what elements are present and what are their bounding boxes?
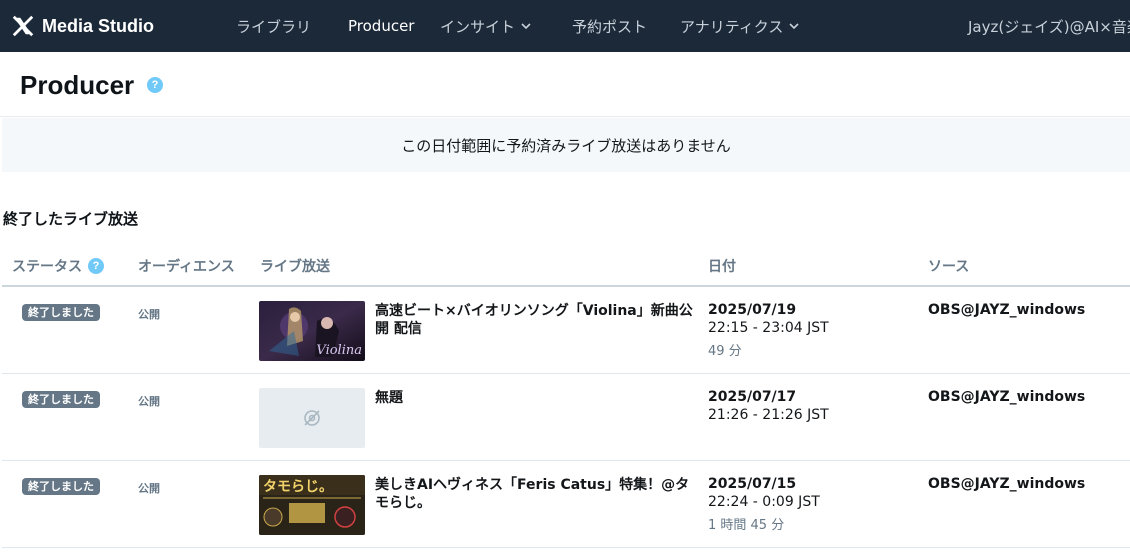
nav-producer-label: Producer [348, 17, 415, 35]
thumbnail-caption: タモらじ。 [263, 479, 333, 495]
status-badge: 終了しました [22, 478, 100, 495]
account-name: Jayz(ジェイズ)@AI×音楽 [968, 17, 1130, 36]
top-nav-bar: Media Studio ライブラリ Producer インサイト 予約ポスト … [0, 0, 1130, 52]
column-header-status-label: ステータス [12, 259, 82, 275]
audience-label: 公開 [138, 482, 160, 495]
x-logo-icon [12, 15, 34, 37]
app-name: Media Studio [42, 15, 154, 36]
status-badge: 終了しました [22, 304, 100, 321]
section-title: 終了したライブ放送 [3, 210, 139, 228]
table-row[interactable]: 終了しました 公開 タモらじ。 美しきAIヘヴィネス「Feris Catus」特… [2, 461, 1130, 548]
nav-insights-label: インサイト [440, 17, 516, 36]
broadcast-title[interactable]: 無題 [375, 389, 695, 407]
broadcast-thumbnail-placeholder[interactable] [259, 388, 365, 448]
broadcast-date: 2025/07/15 [708, 476, 797, 492]
broadcast-source: OBS@JAYZ_windows [928, 389, 1086, 405]
broadcast-date: 2025/07/19 [708, 302, 797, 318]
column-header-source: ソース [928, 256, 969, 276]
broadcast-source: OBS@JAYZ_windows [928, 302, 1086, 318]
audience-label: 公開 [138, 395, 160, 408]
column-header-date-label: 日付 [708, 259, 736, 275]
broadcast-time-range: 22:15 - 23:04 JST [708, 320, 829, 336]
help-icon[interactable]: ? [147, 77, 163, 93]
nav-insights[interactable]: インサイト [440, 0, 531, 52]
help-icon[interactable]: ? [88, 258, 104, 274]
empty-schedule-banner: この日付範囲に予約済みライブ放送はありません [2, 118, 1130, 172]
audience-label: 公開 [138, 308, 160, 321]
column-header-audience: オーディエンス [138, 256, 235, 276]
broadcast-duration: 1 時間 45 分 [708, 518, 785, 533]
broadcast-time-range: 22:24 - 0:09 JST [708, 494, 820, 510]
nav-scheduled-posts[interactable]: 予約ポスト [572, 0, 647, 52]
nav-scheduled-posts-label: 予約ポスト [572, 17, 648, 36]
nav-producer[interactable]: Producer [348, 0, 414, 52]
broadcast-thumbnail[interactable]: タモらじ。 [259, 475, 365, 535]
column-header-audience-label: オーディエンス [138, 259, 235, 275]
broadcast-title[interactable]: 高速ビート×バイオリンソング「Violina」新曲公開 配信 [375, 302, 695, 338]
page-title: Producer [20, 70, 135, 100]
chevron-down-icon [789, 23, 799, 30]
broadcast-time-range: 21:26 - 21:26 JST [708, 407, 829, 423]
nav-analytics-label: アナリティクス [680, 17, 784, 36]
broadcast-duration: 49 分 [708, 344, 742, 359]
empty-schedule-message: この日付範囲に予約済みライブ放送はありません [401, 136, 731, 155]
column-header-broadcast: ライブ放送 [260, 256, 330, 276]
app-logo[interactable]: Media Studio [12, 12, 154, 40]
column-header-broadcast-label: ライブ放送 [260, 259, 330, 275]
table-row[interactable]: 終了しました 公開 無題 2025/07/17 21:26 - 21:26 JS… [2, 374, 1130, 461]
column-header-date: 日付 [708, 256, 736, 276]
broadcast-date: 2025/07/17 [708, 389, 797, 405]
thumbnail-caption: Violina [316, 343, 362, 358]
broadcast-source: OBS@JAYZ_windows [928, 476, 1086, 492]
nav-library[interactable]: ライブラリ [236, 0, 311, 52]
broadcast-title[interactable]: 美しきAIヘヴィネス「Feris Catus」特集！@タモらじ。 [375, 476, 695, 512]
column-header-source-label: ソース [928, 259, 970, 275]
nav-analytics[interactable]: アナリティクス [680, 0, 799, 52]
column-header-status: ステータス ? [12, 256, 104, 276]
account-menu[interactable]: Jayz(ジェイズ)@AI×音楽 [968, 0, 1130, 52]
broadcast-thumbnail[interactable]: Violina [259, 301, 365, 361]
no-image-icon [304, 410, 320, 426]
status-badge: 終了しました [22, 391, 100, 408]
nav-library-label: ライブラリ [236, 17, 312, 36]
divider [0, 116, 1130, 117]
chevron-down-icon [521, 23, 531, 30]
table-row[interactable]: 終了しました 公開 Violina 高速ビート×バイオリンソング「Violina… [2, 287, 1130, 374]
